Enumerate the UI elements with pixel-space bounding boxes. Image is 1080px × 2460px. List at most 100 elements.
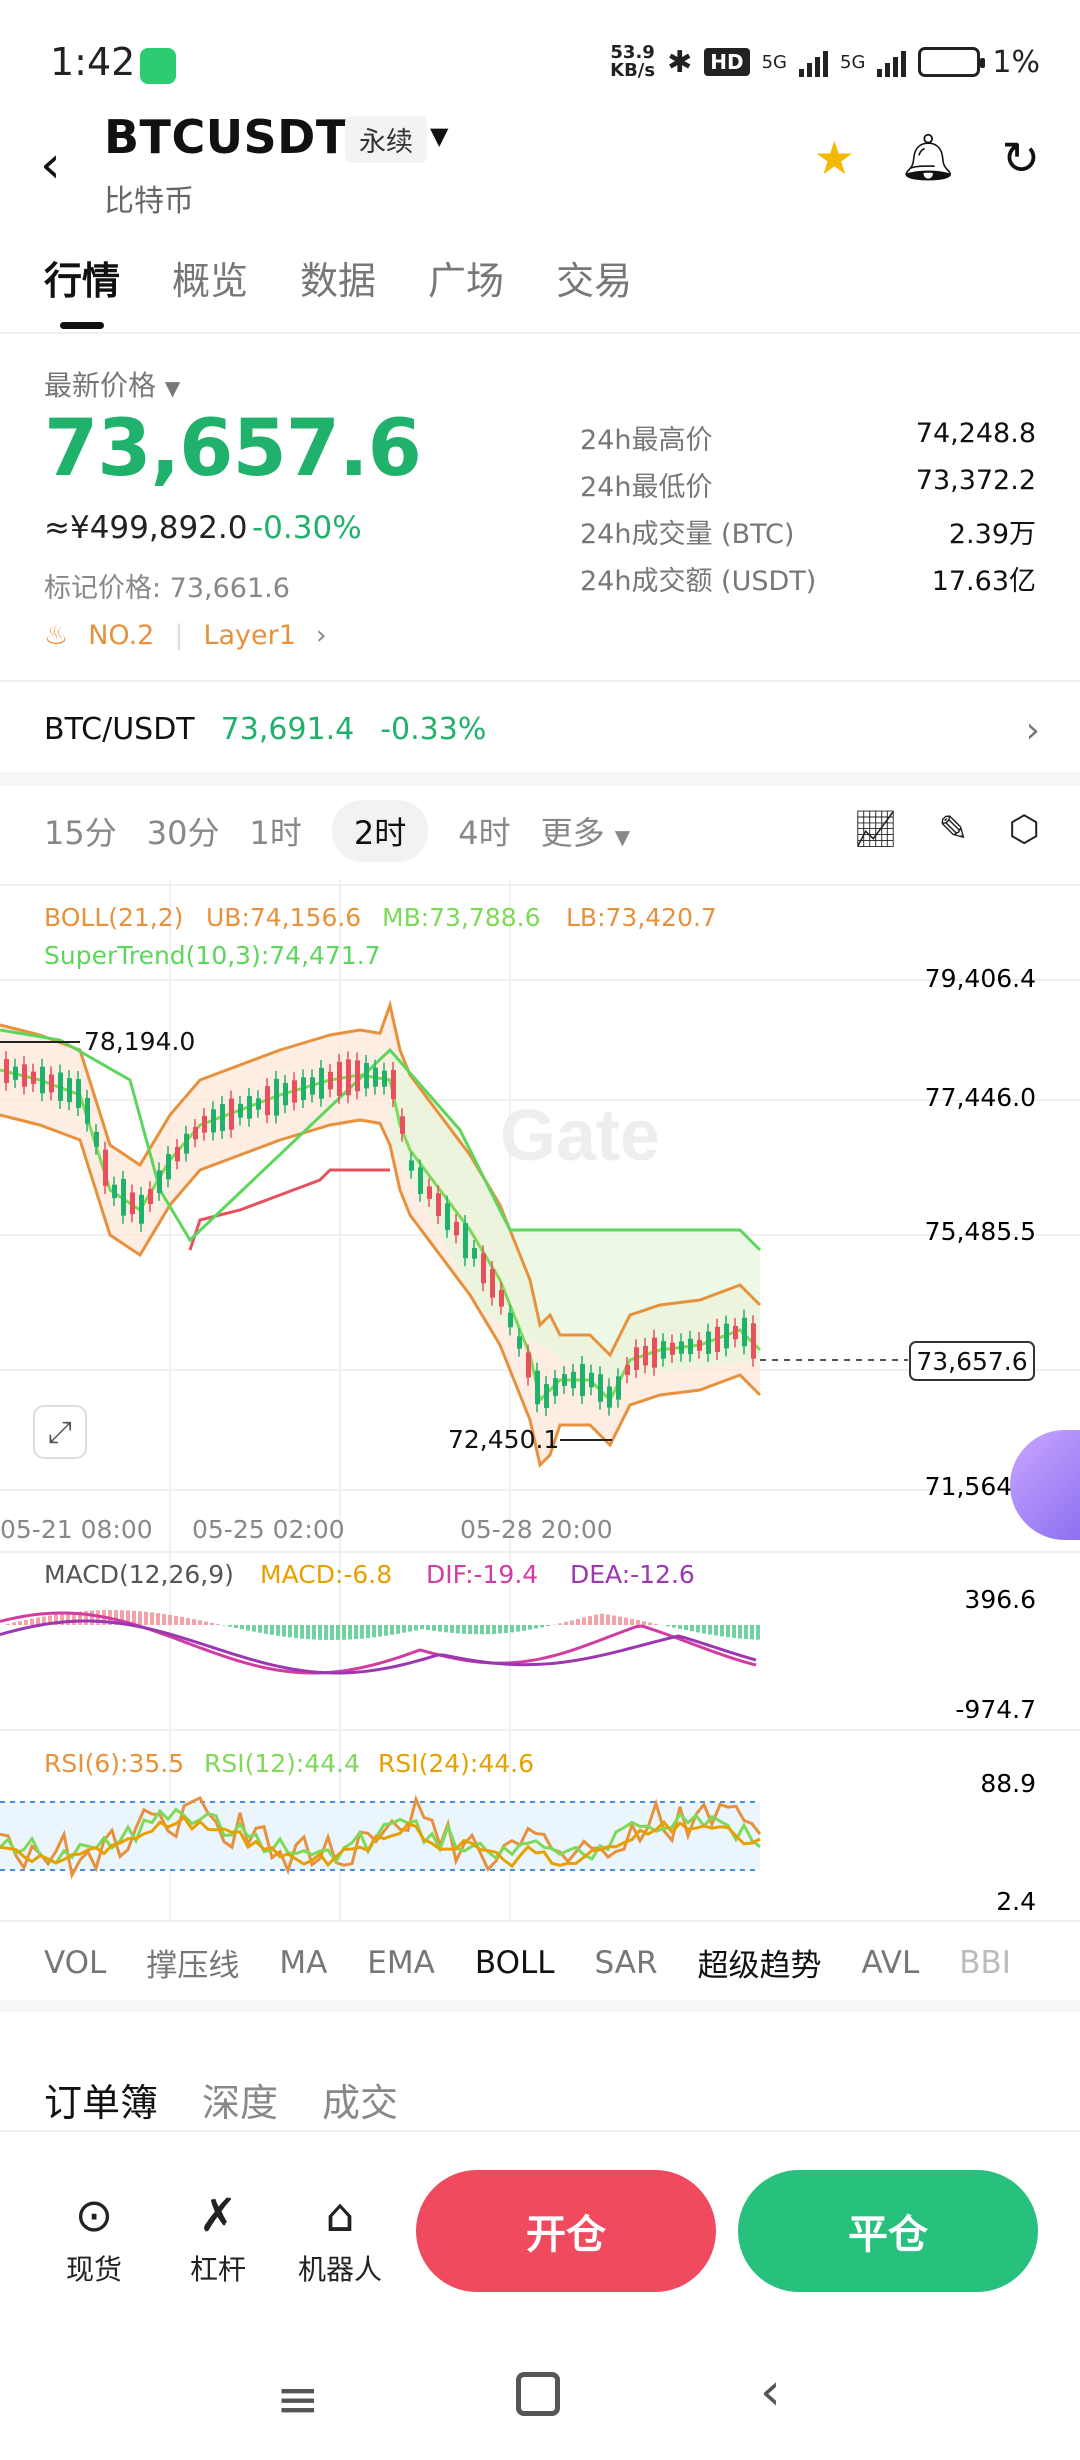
- tf-15m[interactable]: 15分: [44, 808, 117, 854]
- rank-tag[interactable]: NO.2: [88, 620, 154, 651]
- ind-support[interactable]: 撑压线: [146, 1940, 239, 1985]
- macd-value: MACD:-6.8: [260, 1560, 392, 1589]
- ind-supertrend[interactable]: 超级趋势: [698, 1940, 822, 1985]
- settings-icon[interactable]: ⬡: [1009, 809, 1040, 850]
- price-chart[interactable]: Gate BOLL(21,2) UB:74,156.6 MB:73,788.6 …: [0, 880, 1080, 1920]
- spot-pair-change: -0.33%: [380, 712, 487, 747]
- bell-icon[interactable]: 🔔︎: [899, 130, 957, 185]
- rsi12-value: RSI(12):44.4: [204, 1749, 360, 1778]
- menu-icon[interactable]: ≡: [276, 2370, 320, 2430]
- robot-icon: ⌂: [325, 2188, 355, 2242]
- expand-icon: ⤢: [48, 1415, 72, 1450]
- home-icon[interactable]: [516, 2372, 560, 2416]
- network-speed: 53.9 KB/s: [610, 42, 656, 81]
- contract-type-badge[interactable]: 永续: [345, 116, 427, 163]
- ind-avl[interactable]: AVL: [862, 1945, 920, 1981]
- close-position-button[interactable]: 平仓: [738, 2170, 1038, 2292]
- last-price-label[interactable]: 最新价格 ▼: [44, 364, 180, 404]
- ind-boll[interactable]: BOLL: [475, 1945, 555, 1981]
- tab-trades[interactable]: 成交: [322, 2072, 398, 2127]
- chevron-down-icon[interactable]: ▼: [430, 122, 448, 150]
- tags: ♨ NO.2 | Layer1 ›: [44, 620, 327, 651]
- orderbook-tabs: 订单簿 深度 成交: [44, 2072, 398, 2127]
- divider: [0, 2130, 1080, 2132]
- macd-label: MACD(12,26,9): [44, 1560, 234, 1589]
- macd-bottom: -974.7: [955, 1695, 1036, 1724]
- shield-icon: [140, 48, 176, 84]
- header-actions: ★ 🔔︎ ↻: [814, 130, 1040, 185]
- boll-lb: LB:73,420.7: [566, 903, 717, 932]
- indicator-icon[interactable]: 📈︎: [853, 808, 899, 850]
- tab-square[interactable]: 广场: [428, 250, 504, 305]
- tab-depth[interactable]: 深度: [202, 2072, 278, 2127]
- hd-badge: HD: [704, 48, 750, 76]
- divider: [0, 332, 1080, 334]
- chevron-right-icon[interactable]: ›: [316, 620, 327, 651]
- section-gap: [0, 2000, 1080, 2012]
- battery-icon: [918, 47, 986, 77]
- leverage-button[interactable]: ✗ 杠杆: [168, 2188, 268, 2288]
- open-position-button[interactable]: 开仓: [416, 2170, 716, 2292]
- tf-more[interactable]: 更多 ▼: [541, 808, 631, 854]
- tf-2h[interactable]: 2时: [331, 800, 429, 862]
- battery-level: 1%: [992, 44, 1040, 80]
- draw-pen-icon[interactable]: ✎: [938, 809, 968, 850]
- rsi24-value: RSI(24):44.6: [378, 1749, 534, 1778]
- tab-orderbook[interactable]: 订单簿: [44, 2072, 158, 2127]
- chevron-right-icon[interactable]: ›: [1026, 710, 1040, 751]
- high-marker: 78,194.0: [84, 1027, 195, 1056]
- back-nav-icon[interactable]: ‹: [760, 2362, 781, 2422]
- x-tick: 05-28 20:00: [460, 1515, 613, 1544]
- current-price-value: 73,657.6: [916, 1347, 1027, 1376]
- robot-button[interactable]: ⌂ 机器人: [290, 2188, 390, 2288]
- tab-market[interactable]: 行情: [44, 250, 120, 305]
- stats-24h: 24h最高价 74,248.8 24h最低价 73,372.2 24h成交量 (BT…: [580, 418, 1036, 597]
- fire-icon: ♨: [44, 620, 69, 651]
- ind-sar[interactable]: SAR: [595, 1945, 658, 1981]
- ind-vol[interactable]: VOL: [44, 1945, 106, 1981]
- price-change: -0.30%: [252, 510, 362, 546]
- low-marker: 72,450.1: [448, 1425, 559, 1454]
- timeframe-bar: 15分 30分 1时 2时 4时 更多 ▼: [44, 800, 630, 862]
- tf-30m[interactable]: 30分: [147, 808, 220, 854]
- symbol-title[interactable]: BTCUSDT: [104, 110, 348, 164]
- bluetooth-icon: ✱: [667, 44, 693, 80]
- top-tabs: 行情 概览 数据 广场 交易: [44, 250, 632, 305]
- spot-button[interactable]: ⊙ 现货: [44, 2188, 144, 2288]
- rsi-top: 88.9: [980, 1769, 1036, 1798]
- last-price: 73,657.6: [44, 404, 422, 494]
- tab-indicator: [60, 322, 104, 329]
- rsi-bottom: 2.4: [996, 1887, 1036, 1916]
- ind-bbi[interactable]: BBI: [959, 1945, 1011, 1981]
- ind-ema[interactable]: EMA: [367, 1945, 435, 1981]
- tf-4h[interactable]: 4时: [458, 808, 510, 854]
- tab-data[interactable]: 数据: [300, 250, 376, 305]
- boll-label: BOLL(21,2): [44, 903, 183, 932]
- rsi6-value: RSI(6):35.5: [44, 1749, 184, 1778]
- spot-pair-price: 73,691.4: [220, 712, 355, 747]
- tf-1h[interactable]: 1时: [249, 808, 301, 854]
- y-tick: 75,485.5: [925, 1217, 1036, 1246]
- ind-ma[interactable]: MA: [279, 1945, 327, 1981]
- macd-histogram: [6, 1610, 760, 1640]
- supertrend-label: SuperTrend(10,3):74,471.7: [44, 941, 381, 970]
- boll-mb: MB:73,788.6: [382, 903, 540, 932]
- symbol-subtitle: 比特币: [104, 184, 194, 219]
- tab-trade[interactable]: 交易: [556, 250, 632, 305]
- leverage-icon: ✗: [198, 2188, 238, 2242]
- watermark: Gate: [500, 1096, 660, 1176]
- dif-value: DIF:-19.4: [426, 1560, 538, 1589]
- star-icon[interactable]: ★: [814, 131, 855, 185]
- tab-overview[interactable]: 概览: [172, 250, 248, 305]
- category-tag[interactable]: Layer1: [203, 620, 295, 651]
- section-gap: [0, 772, 1080, 786]
- signal-icon: [799, 47, 828, 77]
- spot-pair-row[interactable]: BTC/USDT 73,691.4 -0.33%: [44, 712, 486, 747]
- refresh-icon[interactable]: ↻: [1001, 131, 1040, 185]
- chart-tools: 📈︎ ✎ ⬡: [853, 808, 1040, 851]
- cny-price: ≈¥499,892.0: [44, 510, 248, 546]
- divider: [0, 680, 1080, 682]
- spot-pair-name: BTC/USDT: [44, 712, 195, 747]
- back-icon[interactable]: ‹: [40, 135, 61, 195]
- mark-price: 标记价格: 73,661.6: [44, 573, 290, 604]
